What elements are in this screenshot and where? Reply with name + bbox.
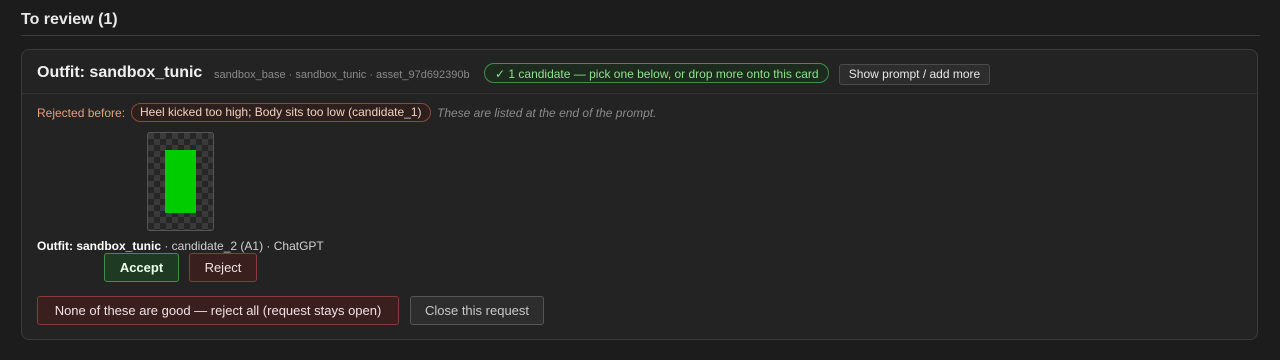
card-header: Outfit: sandbox_tunic sandbox_base · san…	[22, 50, 1257, 94]
card-title: Outfit: sandbox_tunic	[37, 64, 203, 81]
section-divider	[21, 35, 1260, 36]
rejected-note: These are listed at the end of the promp…	[437, 106, 657, 120]
rejected-reason-badge: Heel kicked too high; Body sits too low …	[131, 103, 431, 122]
section-title: To review (1)	[21, 11, 118, 28]
reject-all-button[interactable]: None of these are good — reject all (req…	[37, 296, 399, 325]
accept-button[interactable]: Accept	[104, 253, 179, 282]
review-section: To review (1)	[21, 0, 1260, 36]
review-card: Outfit: sandbox_tunic sandbox_base · san…	[21, 49, 1258, 340]
card-meta: sandbox_base · sandbox_tunic · asset_97d…	[214, 69, 470, 81]
sprite-preview	[165, 150, 196, 213]
candidate-count-badge: ✓ 1 candidate — pick one below, or drop …	[484, 63, 829, 83]
show-prompt-button[interactable]: Show prompt / add more	[839, 64, 990, 85]
close-request-button[interactable]: Close this request	[410, 296, 544, 325]
reject-button[interactable]: Reject	[189, 253, 257, 282]
candidate-name: Outfit: sandbox_tunic	[37, 239, 161, 253]
candidate-detail: · candidate_2 (A1) · ChatGPT	[161, 239, 324, 253]
rejected-before-label: Rejected before:	[37, 106, 126, 120]
candidate-caption: Outfit: sandbox_tunic · candidate_2 (A1)…	[37, 239, 324, 253]
candidate-thumbnail[interactable]	[147, 132, 214, 231]
